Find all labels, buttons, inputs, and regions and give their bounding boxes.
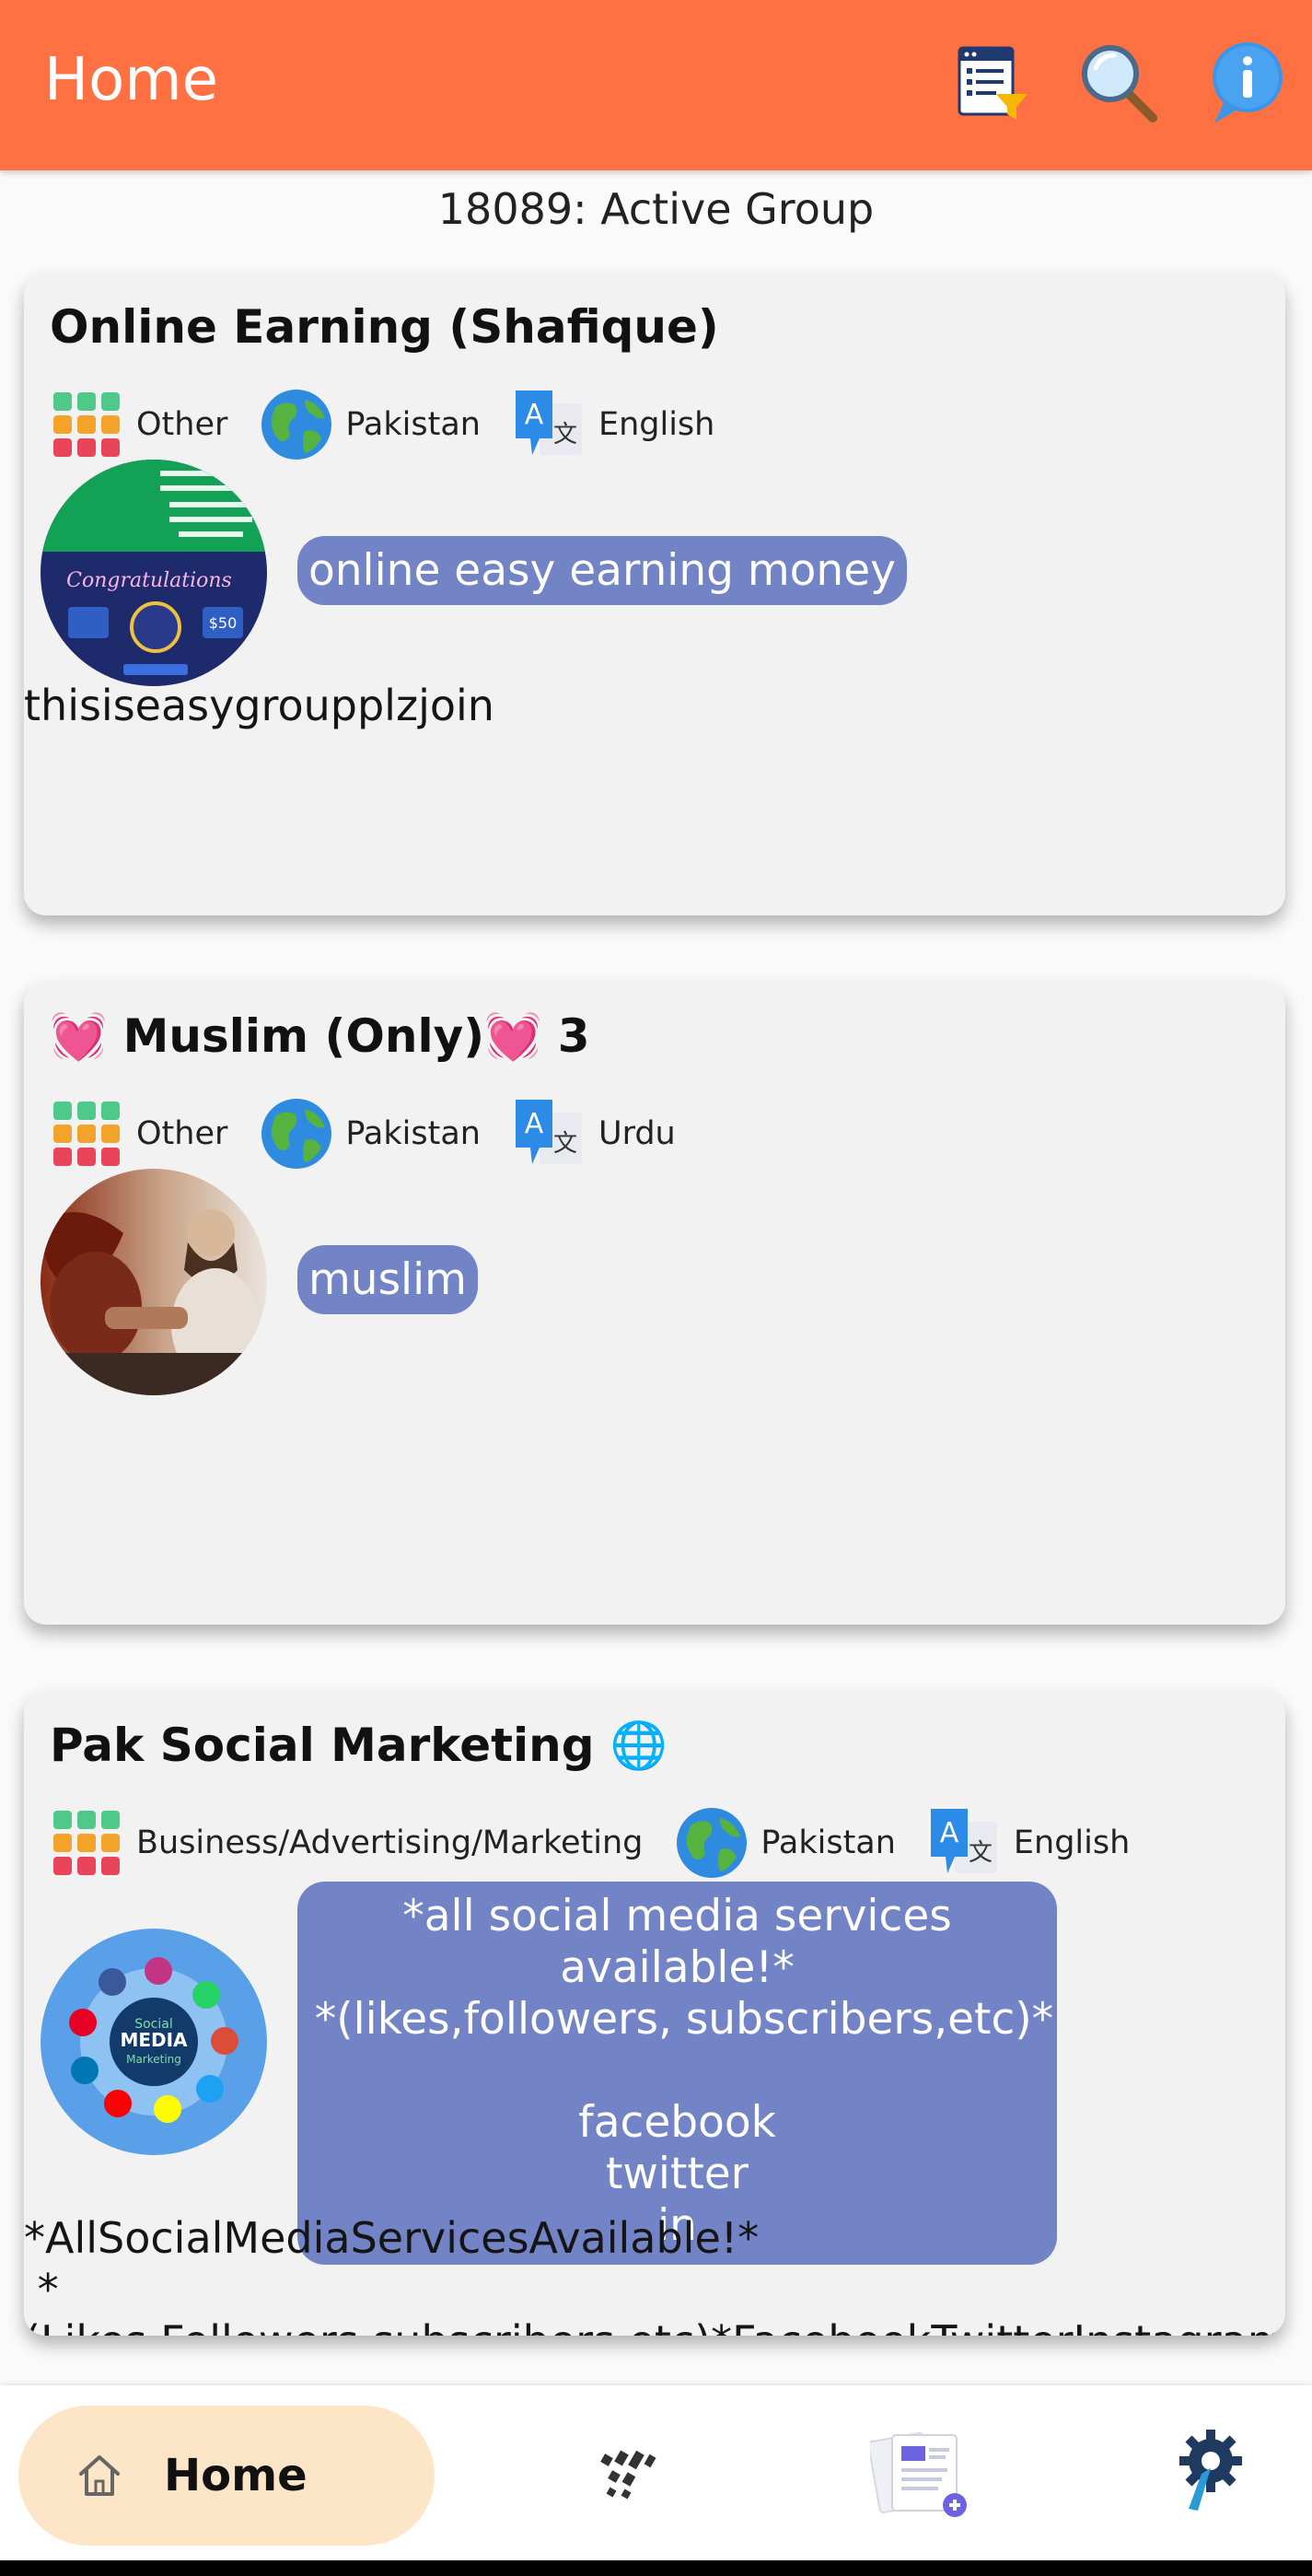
country-meta: Pakistan <box>259 387 481 462</box>
app-bar: Home <box>0 0 1312 170</box>
translate-icon: A 文 <box>930 1809 997 1873</box>
language-meta: A 文 English <box>512 387 714 462</box>
group-tagline: *all social media services available!* *… <box>297 1882 1057 2265</box>
category-meta: Business/Advertising/Marketing <box>50 1805 643 1881</box>
settings-icon[interactable] <box>1174 2426 1248 2514</box>
group-title: Online Earning (Shafique) <box>50 300 719 354</box>
group-description: *AllSocialMediaServicesAvailable!* *(Lik… <box>24 2213 1285 2336</box>
group-description: thisiseasygroupplzjoin <box>24 681 494 730</box>
translate-icon: A 文 <box>515 1100 582 1164</box>
group-title: 💓 Muslim (Only)💓 3 <box>50 1009 590 1063</box>
categories-icon[interactable] <box>589 2437 663 2511</box>
country-label: Pakistan <box>760 1824 896 1861</box>
search-icon[interactable] <box>1075 39 1164 127</box>
category-label: Business/Advertising/Marketing <box>136 1824 644 1861</box>
country-label: Pakistan <box>345 406 481 443</box>
category-label: Other <box>136 1115 228 1152</box>
language-label: English <box>1013 1824 1131 1861</box>
group-avatar <box>41 1169 267 1395</box>
svg-text:A: A <box>525 1108 544 1140</box>
svg-text:A: A <box>525 399 544 431</box>
svg-text:MEDIA: MEDIA <box>120 2029 188 2051</box>
system-bar-edge <box>0 2560 1312 2576</box>
svg-text:文: 文 <box>553 421 577 449</box>
country-label: Pakistan <box>345 1115 481 1152</box>
svg-text:文: 文 <box>969 1839 993 1867</box>
group-card[interactable]: 💓 Muslim (Only)💓 3 Other Pakistan A 文 Ur… <box>24 982 1285 1625</box>
group-card[interactable]: Pak Social Marketing 🌐 Business/Advertis… <box>24 1691 1285 2336</box>
globe-icon <box>677 1808 748 1878</box>
nav-home-tab[interactable]: Home <box>18 2406 435 2546</box>
country-meta: Pakistan <box>259 1096 481 1171</box>
group-tagline: muslim <box>297 1245 478 1314</box>
globe-icon <box>261 1099 332 1169</box>
add-post-icon[interactable] <box>870 2430 977 2522</box>
home-icon <box>79 2455 120 2496</box>
group-meta: Other Pakistan A 文 English <box>50 383 746 466</box>
svg-text:文: 文 <box>553 1130 577 1158</box>
svg-text:Marketing: Marketing <box>126 2053 181 2066</box>
nav-home-label: Home <box>164 2450 308 2501</box>
group-tagline: online easy earning money <box>297 536 907 605</box>
svg-text:Congratulations: Congratulations <box>66 569 232 592</box>
language-label: English <box>598 406 715 443</box>
translate-icon: A 文 <box>515 390 582 455</box>
app-title: Home <box>44 46 218 114</box>
country-meta: Pakistan <box>674 1805 896 1881</box>
globe-icon <box>261 390 332 460</box>
group-avatar: Congratulations $50 <box>41 460 267 686</box>
group-title: Pak Social Marketing 🌐 <box>50 1719 668 1772</box>
bottom-navigation: Home <box>0 2385 1312 2560</box>
svg-text:A: A <box>940 1817 959 1849</box>
category-grid-icon <box>53 1811 120 1875</box>
group-meta: Business/Advertising/Marketing Pakistan … <box>50 1801 1161 1884</box>
group-meta: Other Pakistan A 文 Urdu <box>50 1092 707 1175</box>
list-filter-icon[interactable] <box>948 39 1037 127</box>
language-label: Urdu <box>598 1115 676 1152</box>
group-card[interactable]: Online Earning (Shafique) Other Pakistan <box>24 273 1285 915</box>
language-meta: A 文 English <box>927 1805 1130 1881</box>
svg-text:$50: $50 <box>209 614 238 632</box>
active-group-count: 18089: Active Group <box>437 184 875 234</box>
category-meta: Other <box>50 387 227 462</box>
info-icon[interactable] <box>1202 39 1290 127</box>
category-meta: Other <box>50 1096 227 1171</box>
category-label: Other <box>136 406 228 443</box>
group-avatar: Social MEDIA Marketing <box>41 1929 267 2155</box>
category-grid-icon <box>53 1102 120 1166</box>
language-meta: A 文 Urdu <box>512 1096 676 1171</box>
category-grid-icon <box>53 392 120 457</box>
